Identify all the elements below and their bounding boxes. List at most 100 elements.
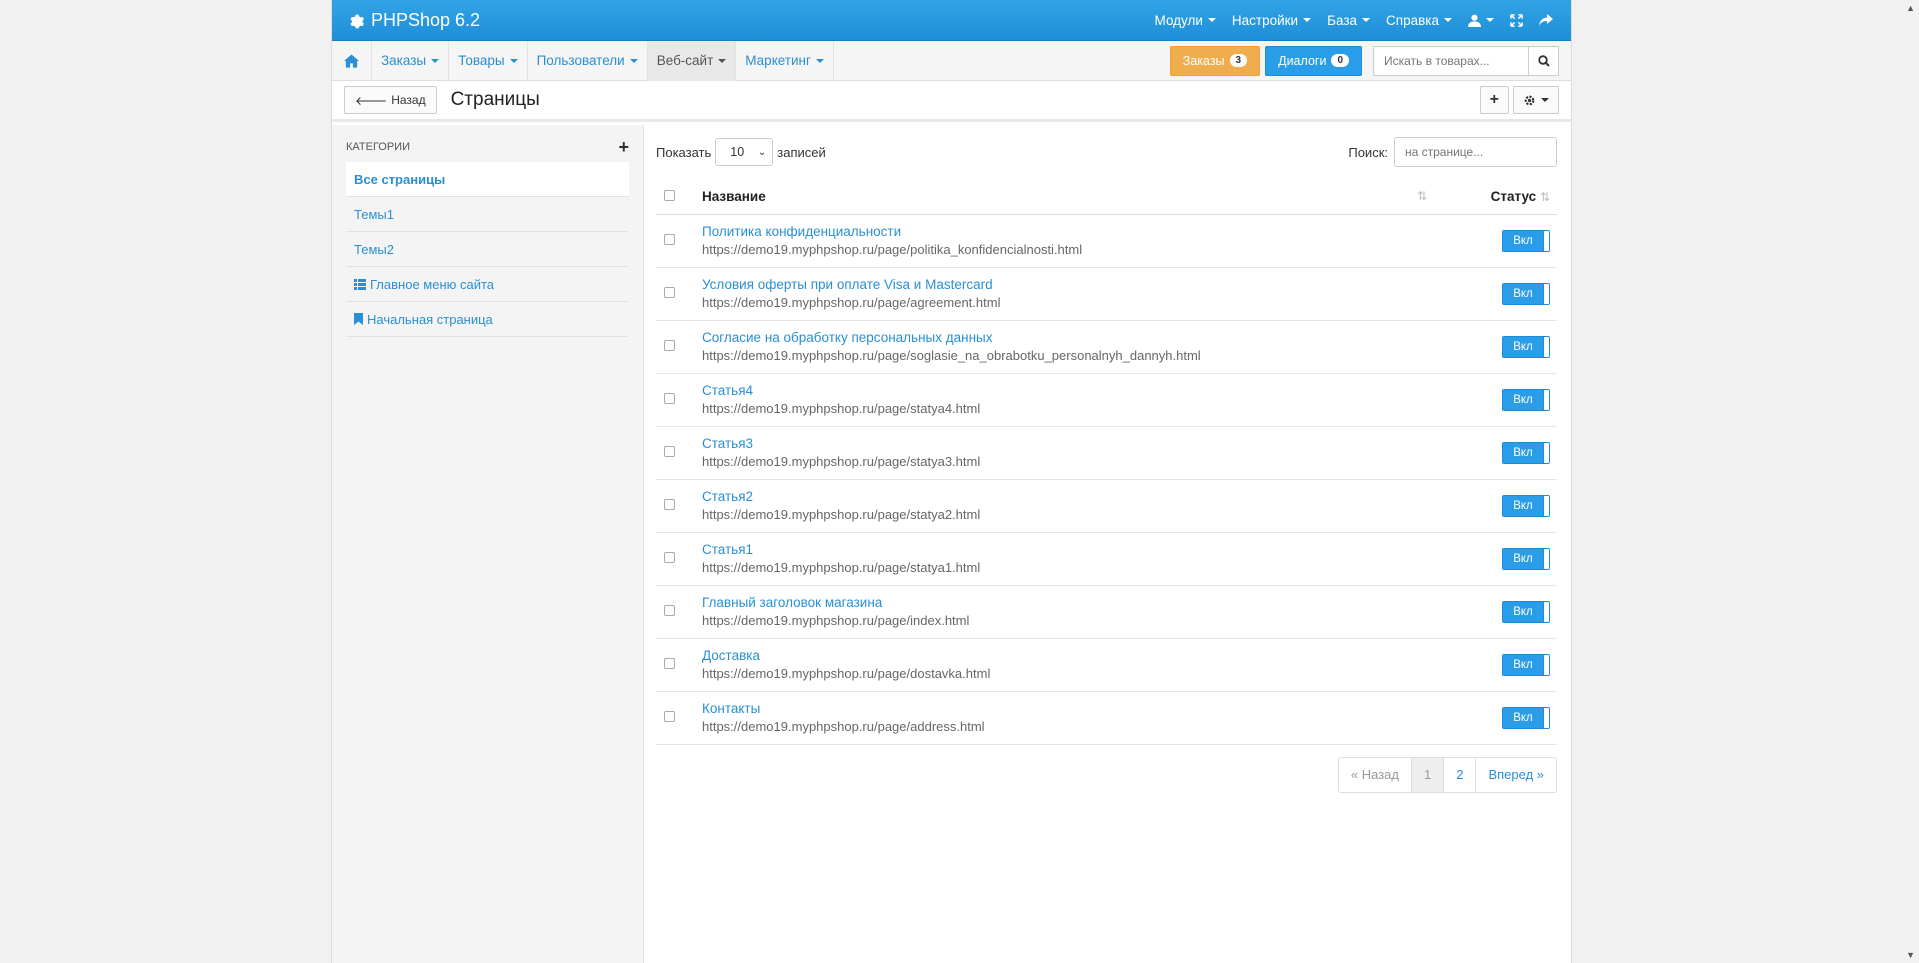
status-toggle[interactable]: Вкл	[1502, 547, 1550, 570]
page-title-link[interactable]: Согласие на обработку персональных данны…	[702, 329, 1437, 347]
row-checkbox[interactable]	[664, 711, 675, 722]
page-title-link[interactable]: Главный заголовок магазина	[702, 594, 1437, 612]
status-toggle[interactable]: Вкл	[1502, 335, 1550, 358]
chevron-down-icon	[1541, 98, 1549, 102]
settings-dropdown-button[interactable]	[1513, 86, 1559, 114]
toggle-knob	[1543, 548, 1549, 569]
row-checkbox[interactable]	[664, 605, 675, 616]
chevron-down-icon	[1362, 18, 1371, 22]
page-title-link[interactable]: Контакты	[702, 700, 1437, 718]
scroll-up-arrow-icon[interactable]: ▲	[1906, 3, 1915, 13]
sidebar-item[interactable]: Начальная страница	[346, 302, 629, 337]
dialogs-button[interactable]: Диалоги 0	[1265, 45, 1362, 76]
row-status-cell: Вкл	[1437, 638, 1557, 692]
sidebar-item[interactable]: Главное меню сайта	[346, 267, 629, 302]
row-checkbox[interactable]	[664, 340, 675, 351]
nav-item[interactable]: Веб-сайт	[647, 40, 737, 81]
chevron-down-icon	[815, 58, 824, 63]
row-checkbox[interactable]	[664, 393, 675, 404]
page-title-link[interactable]: Статья1	[702, 541, 1437, 559]
sidebar-item[interactable]: Темы2	[346, 232, 629, 267]
row-checkbox[interactable]	[664, 234, 675, 245]
table-search-input[interactable]	[1394, 137, 1557, 167]
page-title-link[interactable]: Политика конфиденциальности	[702, 223, 1437, 241]
row-checkbox-cell	[656, 585, 702, 639]
top-menu-item[interactable]: Настройки	[1224, 13, 1319, 28]
sidebar-header: Категории +	[346, 136, 629, 158]
sort-icon[interactable]: ⇅	[1417, 189, 1427, 204]
status-toggle-label: Вкл	[1503, 707, 1543, 728]
top-menu-item[interactable]: Модули	[1147, 13, 1224, 28]
row-name-cell: Контакты https://demo19.myphpshop.ru/page…	[702, 691, 1437, 745]
sidebar-item[interactable]: Темы1	[346, 197, 629, 232]
row-checkbox[interactable]	[664, 658, 675, 669]
dialogs-count-badge: 0	[1331, 54, 1349, 67]
status-toggle[interactable]: Вкл	[1502, 229, 1550, 252]
nav-item[interactable]: Товары	[449, 40, 528, 81]
page-url: https://demo19.myphpshop.ru/page/statya3…	[702, 454, 981, 469]
status-toggle[interactable]: Вкл	[1502, 706, 1550, 729]
page-scrollbar[interactable]: ▲ ▼	[1902, 0, 1919, 963]
toggle-knob	[1543, 601, 1549, 622]
row-name-cell: Условия оферты при оплате Visa и Masterc…	[702, 267, 1437, 321]
fullscreen-button[interactable]	[1502, 13, 1531, 27]
product-search-button[interactable]	[1529, 45, 1559, 76]
status-toggle-label: Вкл	[1503, 336, 1543, 357]
page-url: https://demo19.myphpshop.ru/page/politik…	[702, 242, 1083, 257]
navbar-right: Заказы 3 Диалоги 0	[1169, 45, 1571, 76]
user-menu[interactable]	[1460, 14, 1502, 27]
page-title-link[interactable]: Статья4	[702, 382, 1437, 400]
nav-item[interactable]: Заказы	[372, 40, 450, 81]
status-toggle[interactable]: Вкл	[1502, 494, 1550, 517]
row-checkbox[interactable]	[664, 287, 675, 298]
nav-item-label: Заказы	[381, 53, 427, 68]
orders-button[interactable]: Заказы 3	[1169, 45, 1261, 76]
page-size-select[interactable]: 10 ⌄	[715, 138, 774, 166]
row-name-cell: Статья4 https://demo19.myphpshop.ru/page/…	[702, 373, 1437, 427]
status-toggle[interactable]: Вкл	[1502, 388, 1550, 411]
status-toggle[interactable]: Вкл	[1502, 653, 1550, 676]
pagination-prev[interactable]: « Назад	[1337, 756, 1412, 793]
nav-item[interactable]: Маркетинг	[736, 40, 834, 81]
scroll-down-arrow-icon[interactable]: ▼	[1906, 950, 1915, 960]
sidebar-item[interactable]: Все страницы	[346, 162, 629, 197]
page-title-link[interactable]: Статья2	[702, 488, 1437, 506]
row-checkbox[interactable]	[664, 552, 675, 563]
top-menu-item[interactable]: База	[1319, 13, 1378, 28]
sort-icon[interactable]: ⇅	[1540, 190, 1550, 204]
row-checkbox[interactable]	[664, 499, 675, 510]
page-title-link[interactable]: Доставка	[702, 647, 1437, 665]
table-body: Политика конфиденциальности https://demo1…	[656, 214, 1557, 745]
exit-button[interactable]	[1531, 13, 1561, 27]
status-toggle[interactable]: Вкл	[1502, 441, 1550, 464]
show-label: Показать	[656, 144, 712, 160]
table-controls: Показать 10 ⌄ записей Поиск:	[656, 137, 1557, 167]
pagination-next[interactable]: Вперед »	[1475, 756, 1557, 793]
page-title-link[interactable]: Условия оферты при оплате Visa и Masterc…	[702, 276, 1437, 294]
list-icon	[354, 278, 366, 290]
nav-item[interactable]: Пользователи	[528, 40, 648, 81]
top-menu-item[interactable]: Справка	[1378, 13, 1460, 28]
status-toggle[interactable]: Вкл	[1502, 282, 1550, 305]
row-checkbox[interactable]	[664, 446, 675, 457]
page-title-link[interactable]: Статья3	[702, 435, 1437, 453]
table-row: Главный заголовок магазина https://demo19…	[656, 585, 1557, 639]
select-all-checkbox[interactable]	[664, 190, 675, 202]
pagination-page[interactable]: 1	[1410, 756, 1445, 793]
column-status-header[interactable]: Статус	[1491, 189, 1537, 204]
top-menu: Модули Настройки База Справка	[1147, 0, 1571, 40]
column-name-header[interactable]: Название	[702, 189, 766, 204]
table-row: Условия оферты при оплате Visa и Masterc…	[656, 267, 1557, 321]
brand[interactable]: PHPShop 6.2	[332, 10, 480, 31]
pages-table: Название ⇅ Статус ⇅ Политика конфиденциа…	[656, 180, 1557, 745]
chevron-down-icon: ⌄	[757, 146, 767, 158]
nav-item-label: Пользователи	[536, 53, 625, 68]
home-button[interactable]	[332, 40, 372, 81]
toggle-knob	[1543, 389, 1549, 410]
product-search-input[interactable]	[1373, 45, 1529, 76]
pagination-page[interactable]: 2	[1443, 756, 1477, 793]
add-category-icon[interactable]: +	[618, 137, 629, 158]
back-button[interactable]: 🡐 Назад	[344, 86, 437, 114]
status-toggle[interactable]: Вкл	[1502, 600, 1550, 623]
add-page-button[interactable]: +	[1479, 86, 1509, 114]
